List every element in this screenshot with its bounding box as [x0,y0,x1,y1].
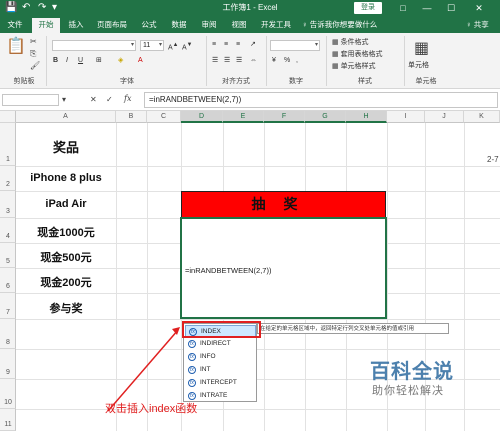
tab-view[interactable]: 视图 [226,18,252,33]
tab-file[interactable]: 文件 [2,18,28,33]
conditional-format-label: 条件格式 [340,39,369,46]
font-size-value: 11 [143,42,151,49]
group-label-clipboard: 剪贴板 [13,78,35,85]
format-painter-icon[interactable]: 🖌 [30,61,40,71]
font-size-combo[interactable]: 11 ▾ [140,40,164,51]
border-icon[interactable]: ⊞ [96,56,102,66]
insert-function-icon[interactable]: fx [124,94,131,104]
comma-button[interactable]: , [296,56,298,66]
accounting-format-icon[interactable]: ¥ [272,56,276,66]
group-separator [404,36,405,86]
bold-button[interactable]: B [53,56,58,66]
ribbon-display-options-icon[interactable]: □ [394,1,412,15]
group-separator [266,36,267,86]
share-button[interactable]: ♀ 共享 [466,18,489,32]
close-icon[interactable]: ✕ [470,1,488,15]
watermark-subtitle: 助你轻松解决 [372,385,444,397]
watermark-title: 百科全说 [370,361,454,383]
tab-insert[interactable]: 插入 [64,18,88,33]
ribbon: 📋 ✂ ⎘ 🖌 剪贴板 ▾ 11 ▾ A▲ A▼ B I U ⊞ ◈ A 字体 … [0,33,500,89]
align-top-icon[interactable]: ≡ [212,40,216,50]
align-middle-icon[interactable]: ≡ [224,40,228,50]
font-color-icon[interactable]: A [138,56,143,66]
paste-icon[interactable]: 📋 [6,37,26,57]
tab-home[interactable]: 开始 [32,18,60,33]
worksheet-grid: A B C D E F G H I J K 1 2 3 4 5 6 7 8 9 … [0,111,500,431]
font-name-combo[interactable]: ▾ [52,40,136,51]
fill-color-icon[interactable]: ◈ [118,56,123,66]
italic-button[interactable]: I [66,56,68,66]
increase-font-icon[interactable]: A▲ [168,40,178,53]
tab-formulas[interactable]: 公式 [136,18,162,33]
group-label-alignment: 对齐方式 [222,78,250,85]
cut-icon[interactable]: ✂ [30,37,37,47]
align-left-icon[interactable]: ☰ [212,56,218,66]
conditional-format-icon: ▦ [332,39,341,46]
copy-icon[interactable]: ⎘ [30,49,36,59]
underline-button[interactable]: U [78,56,83,66]
align-bottom-icon[interactable]: ≡ [236,40,240,50]
chevron-down-icon[interactable]: ▾ [62,95,66,105]
decrease-font-icon[interactable]: A▼ [182,40,192,53]
tab-data[interactable]: 数据 [166,18,192,33]
tab-developer[interactable]: 开发工具 [256,18,296,33]
chevron-down-icon: ▾ [314,42,318,48]
chevron-down-icon: ▾ [130,42,134,48]
annotation-text: 双击插入index函数 [105,403,198,415]
enter-icon[interactable]: ✓ [106,95,113,105]
formula-input[interactable]: =inRANDBETWEEN(2,7)) [144,92,498,108]
table-format-icon: ▦ [332,51,341,58]
group-label-font: 字体 [120,78,134,85]
name-box[interactable] [2,94,59,106]
group-label-number: 数字 [289,78,303,85]
minimize-icon[interactable]: — [418,1,436,15]
group-label-styles: 样式 [358,78,372,85]
number-format-combo[interactable]: ▾ [270,40,320,51]
merge-icon[interactable]: ⇔ [250,56,257,66]
cell-styles-icon: ▦ [332,63,341,70]
group-separator [46,36,47,86]
percent-button[interactable]: % [284,56,290,66]
cell-styles-label: 单元格样式 [340,63,376,70]
cells-icon[interactable]: ▦ [414,39,429,59]
cells-button-label[interactable]: 单元格 [408,61,429,71]
group-separator [206,36,207,86]
login-button[interactable]: 登录 [354,2,382,14]
tab-page-layout[interactable]: 页面布局 [92,18,132,33]
cancel-icon[interactable]: ✕ [90,95,97,105]
ribbon-tabs: 文件 开始 插入 页面布局 公式 数据 审阅 视图 开发工具 ♀ 告诉我你想要做… [0,17,500,33]
title-bar: 💾 ↶ ↷ ▾ 工作簿1 - Excel 登录 □ — ☐ ✕ [0,0,500,17]
conditional-format-button[interactable]: ▦ 条件格式 [332,38,369,48]
tell-me-search[interactable]: ♀ 告诉我你想要做什么 [302,18,377,32]
group-label-cells: 单元格 [415,78,437,85]
orientation-icon[interactable]: ↗ [250,40,256,50]
tab-review[interactable]: 审阅 [196,18,222,33]
chevron-down-icon: ▾ [158,42,162,48]
group-separator [326,36,327,86]
cell-styles-button[interactable]: ▦ 单元格样式 [332,62,376,72]
format-as-table-label: 套用表格格式 [340,51,383,58]
formula-bar: ▾ ✕ ✓ fx =inRANDBETWEEN(2,7)) [0,89,500,111]
restore-icon[interactable]: ☐ [442,1,460,15]
cropped-text-fragment: 2-7 [487,155,499,164]
align-right-icon[interactable]: ☰ [236,56,242,66]
align-center-icon[interactable]: ☰ [224,56,230,66]
format-as-table-button[interactable]: ▦ 套用表格格式 [332,50,383,60]
